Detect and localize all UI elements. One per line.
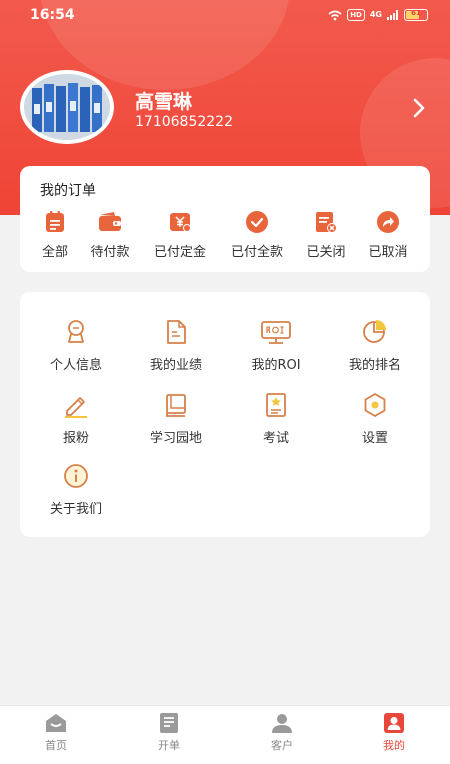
menu-exam[interactable]: 考试 [226, 391, 326, 455]
order-deposit-paid-label: 已付定金 [153, 245, 206, 260]
exam-star-icon [266, 393, 286, 417]
status-icons: HD 4G 61 [328, 9, 428, 21]
menu-my-ranking[interactable]: 我的排名 [325, 318, 425, 382]
info-icon [64, 464, 88, 488]
tab-home-label: 首页 [45, 739, 67, 752]
document-icon [167, 320, 186, 344]
chevron-right-icon [413, 98, 425, 118]
order-fully-paid[interactable]: 已付全款 [221, 210, 293, 262]
wifi-icon [328, 10, 342, 20]
user-phone: 17106852222 [135, 114, 233, 130]
order-cancelled[interactable]: 已取消 [352, 210, 424, 262]
avatar[interactable] [20, 70, 114, 144]
order-cancelled-label: 已取消 [368, 245, 408, 260]
deposit-paid-icon [170, 213, 191, 232]
battery-icon: 61 [404, 9, 428, 21]
menu-my-roi-label: 我的ROI [251, 358, 301, 373]
check-circle-icon [246, 211, 268, 233]
tab-mine-label: 我的 [383, 739, 405, 752]
network-label: 4G [369, 10, 382, 19]
menu-exam-label: 考试 [262, 431, 289, 446]
menu-about-us-label: 关于我们 [49, 502, 102, 517]
menu-learning-center[interactable]: 学习园地 [126, 391, 226, 455]
menu-learning-center-label: 学习园地 [149, 431, 202, 446]
tab-mine[interactable]: 我的 [354, 712, 434, 760]
tab-home[interactable]: 首页 [16, 712, 96, 760]
menu-card: 个人信息 我的业绩 我的ROI 我的排名 报粉 学习园地 考试 设置 关于我们 [20, 292, 430, 537]
settings-hex-icon [364, 393, 386, 417]
tab-create-order-label: 开单 [158, 739, 180, 752]
customer-icon [272, 714, 292, 733]
profile-detail-button[interactable] [404, 90, 436, 126]
share-arrow-icon [377, 211, 399, 233]
closed-doc-icon [316, 212, 337, 233]
signal-icon [387, 10, 398, 20]
wallet-icon [99, 212, 121, 231]
orders-title: 我的订单 [40, 183, 96, 199]
home-icon [46, 714, 66, 732]
menu-about-us[interactable]: 关于我们 [26, 462, 126, 526]
tab-customers[interactable]: 客户 [242, 712, 322, 760]
status-bar: 16:54 HD 4G 61 [0, 0, 450, 32]
bottom-tab-bar: 首页 开单 客户 我的 [0, 705, 450, 764]
avatar-photo-icon [24, 74, 110, 140]
menu-report-fans-label: 报粉 [62, 431, 89, 446]
order-list-icon [46, 211, 64, 232]
menu-my-roi[interactable]: 我的ROI [226, 318, 326, 382]
menu-personal-info[interactable]: 个人信息 [26, 318, 126, 382]
user-name: 高雪琳 [135, 91, 193, 113]
pen-icon [65, 397, 87, 418]
roi-monitor-icon [261, 321, 291, 344]
person-icon [68, 320, 84, 343]
book-icon [166, 394, 186, 417]
menu-my-performance[interactable]: 我的业绩 [126, 318, 226, 382]
order-fully-paid-label: 已付全款 [230, 245, 283, 260]
status-time: 16:54 [30, 7, 75, 23]
hd-badge: HD [347, 9, 365, 21]
order-deposit-paid[interactable]: 已付定金 [144, 210, 216, 262]
tab-create-order[interactable]: 开单 [129, 712, 209, 760]
order-pending-payment-label: 待付款 [90, 245, 130, 260]
menu-report-fans[interactable]: 报粉 [26, 391, 126, 455]
pie-chart-icon [363, 320, 386, 343]
menu-settings[interactable]: 设置 [325, 391, 425, 455]
tab-customers-label: 客户 [271, 739, 293, 752]
menu-my-ranking-label: 我的排名 [348, 358, 401, 373]
order-pending-payment[interactable]: 待付款 [74, 210, 146, 262]
orders-card: 我的订单 全部 待付款 已付定金 已付全款 已关闭 已取消 [20, 166, 430, 272]
order-form-icon [160, 713, 178, 733]
mine-icon [384, 713, 404, 733]
menu-my-performance-label: 我的业绩 [149, 358, 202, 373]
battery-level: 61 [411, 9, 421, 17]
menu-settings-label: 设置 [361, 431, 388, 446]
menu-personal-info-label: 个人信息 [49, 358, 102, 373]
